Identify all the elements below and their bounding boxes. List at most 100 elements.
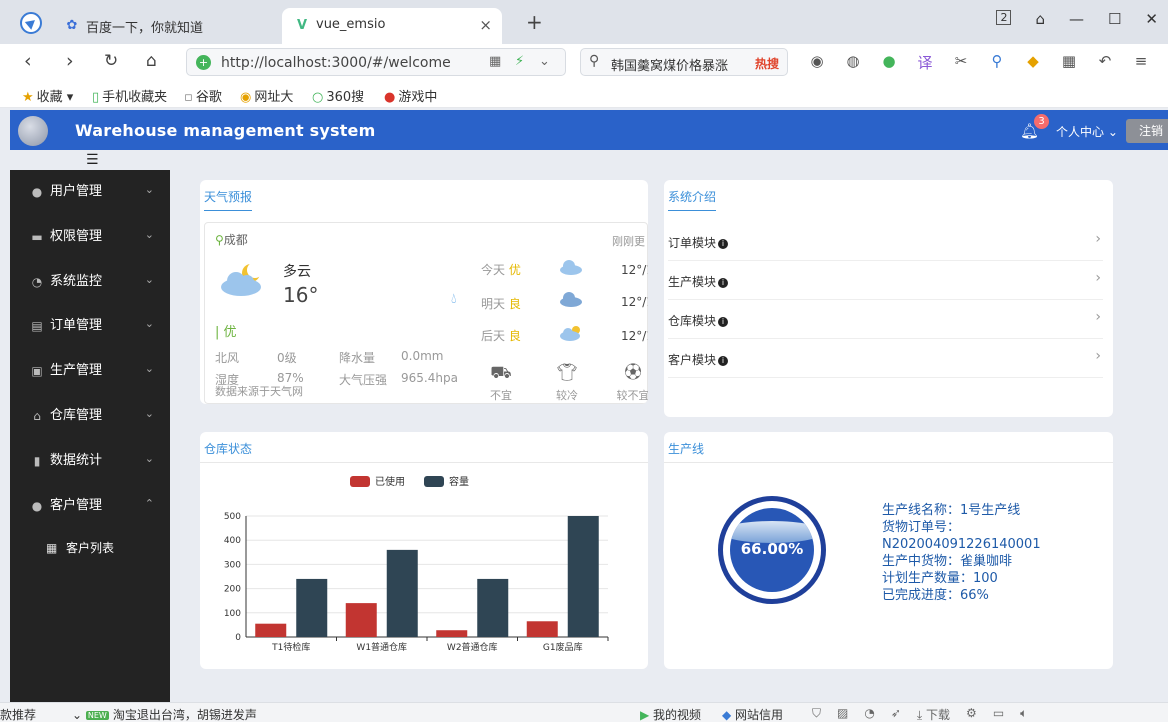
status-bar-icons: ⛉ ▨ ◔ ➶ ⤓ 下载 ⚙ ▭ 🔈︎: [812, 706, 1027, 722]
system-item-label: 生产模块: [668, 275, 717, 289]
sidebar-item-users[interactable]: ● 用户管理 ⌄: [10, 170, 170, 215]
sidebar-item-label: 订单管理: [50, 318, 103, 334]
sidebar-item-label: 仓库管理: [50, 407, 103, 423]
bookmark-favorites[interactable]: ★ 收藏 ▾: [22, 86, 73, 105]
search-box[interactable]: ⚲ 韩国羹窝煤价格暴涨 热搜: [580, 48, 788, 76]
life-index-label: 不宜: [490, 389, 512, 402]
bookmark-360[interactable]: ○ 360搜: [312, 86, 364, 105]
close-tab-icon[interactable]: ×: [479, 16, 492, 34]
cloud-sun-icon: [560, 326, 580, 341]
extension-icon[interactable]: ◍: [842, 52, 864, 73]
life-index-clothing: 👕︎ 较冷: [547, 363, 587, 403]
home-icon[interactable]: ⌂: [146, 51, 157, 71]
info-icon: i: [718, 278, 729, 288]
volume-icon[interactable]: 🔈︎: [1020, 706, 1027, 722]
scissors-icon[interactable]: ✂: [950, 52, 972, 73]
weather-city[interactable]: ⚲成都: [215, 231, 248, 248]
chevron-down-icon: ⌄: [144, 451, 154, 465]
system-item-warehouse[interactable]: 仓库模块 i ›: [668, 300, 1103, 339]
ring-icon: ○: [312, 90, 324, 105]
recommend-link[interactable]: 款推荐: [0, 706, 36, 722]
collapse-menu-icon[interactable]: ☰: [86, 152, 99, 168]
progress-gauge-label: 66.00%: [740, 540, 804, 558]
bolt-icon[interactable]: ⚡: [515, 54, 524, 69]
qr-icon[interactable]: ▦: [489, 54, 501, 69]
planned-quantity: 计划生产数量：100: [882, 571, 998, 586]
maximize-icon[interactable]: ☐: [1108, 10, 1121, 28]
forecast-level: 优: [508, 263, 521, 277]
sidebar-subitem-customer-list[interactable]: ▦ 客户列表: [10, 528, 170, 568]
forecast-level: 良: [508, 329, 521, 343]
sidebar-item-production[interactable]: ▣ 生产管理 ⌄: [10, 349, 170, 394]
sidebar-item-orders[interactable]: ▤ 订单管理 ⌄: [10, 304, 170, 349]
download-icon[interactable]: ⤓ 下载: [917, 706, 950, 722]
close-window-icon[interactable]: ✕: [1145, 10, 1158, 28]
car-icon: ⛟: [490, 363, 512, 383]
bookmark-mobile[interactable]: ▯ 手机收藏夹: [92, 86, 167, 105]
shirt-skin-icon[interactable]: ⌂: [1035, 10, 1045, 28]
vue-icon: V: [296, 18, 308, 33]
forward-icon[interactable]: ›: [66, 51, 74, 71]
system-item-orders[interactable]: 订单模块 i ›: [668, 222, 1103, 261]
sidebar-item-permissions[interactable]: ▬ 权限管理 ⌄: [10, 215, 170, 260]
speed-icon[interactable]: ◔: [864, 706, 874, 722]
logout-button[interactable]: 注销: [1126, 119, 1168, 143]
tab-baidu[interactable]: ✿ 百度一下，你就知道: [52, 8, 272, 44]
sidebar-item-statistics[interactable]: ▮ 数据统计 ⌄: [10, 439, 170, 484]
zoom-icon[interactable]: ⚲: [986, 52, 1008, 73]
tab-vue-emsio[interactable]: V vue_emsio ×: [282, 8, 502, 44]
image-icon[interactable]: ▨: [837, 706, 848, 722]
rocket-icon[interactable]: ➶: [891, 706, 901, 722]
shield-icon[interactable]: ⛉: [812, 706, 821, 722]
undo-icon[interactable]: ↶: [1094, 52, 1116, 73]
weather-widget: ⚲成都 刚刚更 多云 16° 💧︎ | 优 今天 优 12°/1 明天 良 12…: [204, 222, 648, 404]
chevron-down-icon[interactable]: ⌄: [539, 54, 550, 69]
y-tick-label: 400: [224, 536, 241, 546]
address-bar[interactable]: + http://localhost:3000/#/welcome ▦ ⚡ ⌄: [186, 48, 566, 76]
tab-count-icon[interactable]: 2: [996, 10, 1012, 25]
extension-icon[interactable]: ◉: [806, 52, 828, 73]
sidebar-item-monitor[interactable]: ◔ 系统监控 ⌄: [10, 260, 170, 305]
forecast-tomorrow: 明天 良: [481, 295, 521, 312]
forecast-level: 良: [508, 297, 521, 311]
tab-label: 百度一下，你就知道: [86, 21, 204, 36]
search-query[interactable]: 韩国羹窝煤价格暴涨: [611, 55, 728, 74]
menu-icon[interactable]: ≡: [1130, 52, 1152, 73]
warehouse-status-card: 仓库状态 已使用 容量 0 100 200 300 400 500 T1待检库 W1普通仓库 W2普…: [200, 432, 648, 669]
apps-grid-icon[interactable]: ▦: [1058, 52, 1080, 73]
back-icon[interactable]: ‹: [24, 51, 32, 71]
url-text[interactable]: http://localhost:3000/#/welcome: [221, 55, 451, 71]
info-icon: i: [718, 317, 729, 327]
reload-icon[interactable]: ↻: [104, 51, 118, 71]
my-video-link[interactable]: ▶ 我的视频: [640, 706, 701, 722]
system-item-customers[interactable]: 客户模块 i ›: [668, 339, 1103, 378]
forecast-temp: 12°/1: [621, 329, 648, 343]
settings-icon[interactable]: ⚙: [966, 706, 977, 722]
sidebar-item-warehouse[interactable]: ⌂ 仓库管理 ⌄: [10, 394, 170, 439]
bookmark-games[interactable]: ● 游戏中: [384, 86, 437, 105]
sidebar-item-customers[interactable]: ● 客户管理 ⌃: [10, 484, 170, 529]
app-logo: [18, 116, 48, 146]
order-number: 货物订单号：N202004091226140001: [882, 520, 1041, 552]
game-icon[interactable]: ◆: [1022, 52, 1044, 73]
weather-card: 天气预报 ⚲成都 刚刚更 多云 16° 💧︎ | 优 今天 优 12°/1 明天…: [200, 180, 648, 404]
bookmark-sites[interactable]: ◉ 网址大: [240, 86, 293, 105]
bar-used: [436, 630, 468, 637]
info-icon: i: [718, 239, 729, 249]
user-center-menu[interactable]: 个人中心 ⌄: [1056, 123, 1118, 140]
site-credit-link[interactable]: ◆ 网站信用: [722, 706, 783, 722]
translate-icon[interactable]: 译: [914, 52, 936, 73]
browser-logo-icon[interactable]: [20, 12, 42, 34]
bar-capacity: [477, 578, 509, 637]
sidebar: ● 用户管理 ⌄ ▬ 权限管理 ⌄ ◔ 系统监控 ⌄ ▤ 订单管理 ⌄ ▣ 生产管理 ⌄ ⌂ 仓库管理…: [10, 170, 170, 702]
minimize-icon[interactable]: —: [1069, 10, 1084, 28]
extension-icon[interactable]: ●: [878, 52, 900, 73]
new-tab-icon[interactable]: +: [526, 10, 543, 34]
hot-search-label[interactable]: 热搜: [755, 55, 779, 72]
system-item-production[interactable]: 生产模块 i ›: [668, 261, 1103, 300]
bookmark-google[interactable]: ▫ 谷歌: [184, 86, 222, 105]
forecast-day: 今天: [481, 263, 506, 277]
chevron-down-icon: ⌄: [144, 406, 154, 420]
news-ticker[interactable]: ⌄ NEW 淘宝退出台湾，胡锡进发声: [72, 706, 257, 722]
window-icon[interactable]: ▭: [993, 706, 1004, 722]
